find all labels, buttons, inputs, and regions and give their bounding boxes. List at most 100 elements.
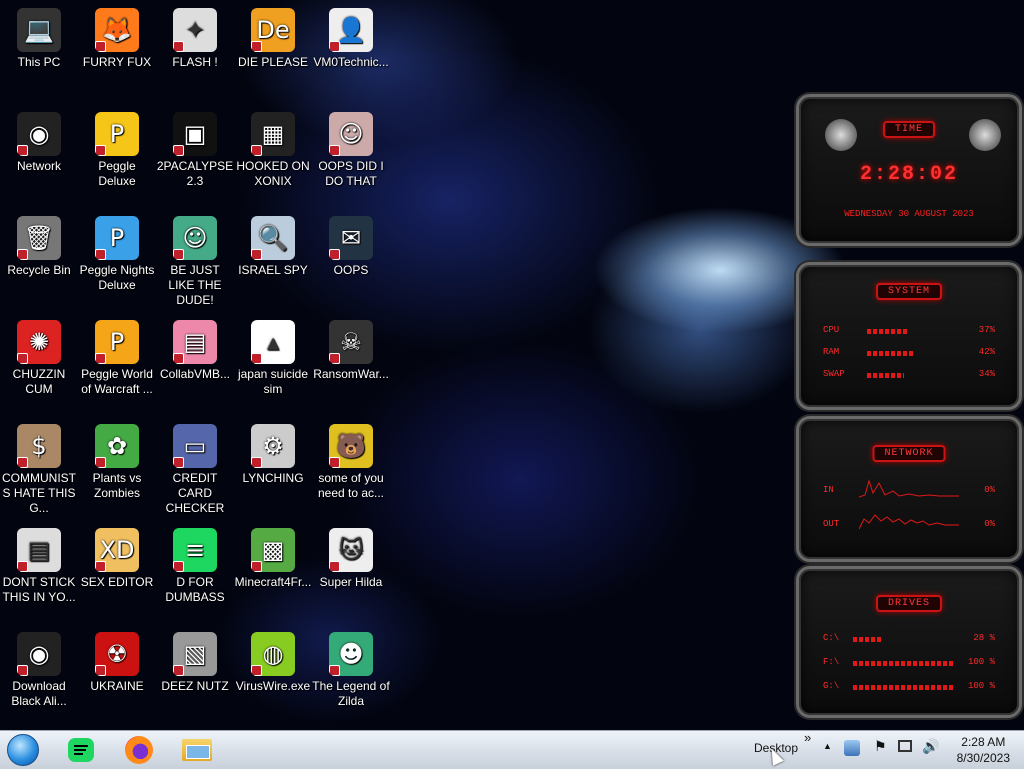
drive-row-value: 100 % (967, 657, 995, 667)
toolbar-overflow-chevron[interactable]: » (804, 730, 811, 745)
desktop-icon[interactable]: ✿ Plants vs Zombies (78, 424, 156, 501)
drives-gadget[interactable]: DRIVES C:\ 28 % F:\ 100 % G:\ 100 % (796, 566, 1022, 718)
app-icon: ☠ (329, 320, 373, 364)
drive-row-bar (853, 685, 953, 690)
volume-icon[interactable]: 🔊 (922, 739, 939, 755)
desktop-icon[interactable]: ⚙ LYNCHING (234, 424, 312, 486)
desktop-icon[interactable]: ◍ VirusWire.exe (234, 632, 312, 694)
shortcut-arrow-icon (251, 41, 262, 52)
shortcut-arrow-icon (329, 457, 340, 468)
drive-row-label: C:\ (823, 633, 840, 643)
shortcut-arrow-icon (329, 353, 340, 364)
clock-display: 2:28:02 (859, 163, 958, 186)
drive-row-bar (853, 637, 881, 642)
start-button[interactable] (6, 734, 40, 766)
network-in-value: 0% (984, 485, 995, 495)
shortcut-arrow-icon (329, 561, 340, 572)
desktop-icon[interactable]: 🐻 some of you need to ac... (312, 424, 390, 501)
desktop-icon[interactable]: ✦ FLASH ! (156, 8, 234, 70)
desktop-icon[interactable]: ☺ OOPS DID I DO THAT (312, 112, 390, 189)
network-gadget-title: NETWORK (872, 445, 946, 462)
drive-row-label: F:\ (823, 657, 840, 667)
tray-app-icon[interactable] (844, 740, 860, 756)
app-icon: ✿ (95, 424, 139, 468)
system-row-value: 42% (978, 347, 995, 357)
app-icon: ▤ (173, 320, 217, 364)
app-icon: ✦ (173, 8, 217, 52)
desktop-icon[interactable]: ☻ The Legend of Zilda (312, 632, 390, 709)
network-out-value: 0% (984, 519, 995, 529)
app-icon: 🐱 (329, 528, 373, 572)
desktop-icon[interactable]: 🐱 Super Hilda (312, 528, 390, 590)
desktop-icon[interactable]: De DIE PLEASE (234, 8, 312, 70)
network-out-label: OUT (823, 519, 840, 529)
alien-head-icon (969, 119, 1001, 151)
shortcut-arrow-icon (95, 457, 106, 468)
desktop-icon[interactable]: 👤 VM0Technic... (312, 8, 390, 70)
desktop-icon-label: DIE PLEASE (237, 55, 309, 69)
desktop-icon-label: Minecraft4Fr... (234, 575, 312, 589)
shortcut-arrow-icon (95, 561, 106, 572)
desktop-icon[interactable]: P Peggle World of Warcraft ... (78, 320, 156, 397)
show-hidden-icons-arrow[interactable]: ▲ (823, 741, 832, 751)
desktop-icon[interactable]: ▧ DEEZ NUTZ (156, 632, 234, 694)
desktop-icon-label: Peggle Deluxe (98, 159, 136, 188)
desktop-icon-label: Recycle Bin (7, 263, 71, 277)
shortcut-arrow-icon (95, 249, 106, 260)
desktop-icon[interactable]: P Peggle Nights Deluxe (78, 216, 156, 293)
system-row-label: RAM (823, 347, 840, 357)
desktop-icon-label: OOPS DID I DO THAT (318, 159, 384, 188)
app-icon: ☺ (329, 112, 373, 156)
time-gadget[interactable]: TIME 2:28:02 WEDNESDAY 30 AUGUST 2023 (796, 94, 1022, 246)
desktop-icon[interactable]: ▣ 2PACALYPSE 2.3 (156, 112, 234, 189)
desktop-icon[interactable]: ≡ D FOR DUMBASS (156, 528, 234, 605)
desktop-icon[interactable]: ◉ Network (0, 112, 78, 174)
desktop-icon[interactable]: $ COMMUNISTS HATE THIS G... (0, 424, 78, 516)
taskbar-file-explorer[interactable] (180, 734, 214, 766)
taskbar-clock[interactable]: 2:28 AM 8/30/2023 (957, 734, 1010, 766)
desktop-icon[interactable]: ✉ OOPS (312, 216, 390, 278)
desktop-icon[interactable]: P Peggle Deluxe (78, 112, 156, 189)
desktop-icon[interactable]: 🦊 FURRY FUX (78, 8, 156, 70)
desktop-icon[interactable]: ◉ Download Black Ali... (0, 632, 78, 709)
desktop-icon[interactable]: 💻 This PC (0, 8, 78, 70)
desktop-icon-label: ISRAEL SPY (238, 263, 308, 277)
desktop-icon[interactable]: ▴ japan suicide sim (234, 320, 312, 397)
network-gadget[interactable]: NETWORK IN 0% OUT 0% (796, 416, 1022, 562)
desktop-icon-label: FLASH ! (172, 55, 218, 69)
desktop-icon[interactable]: 🗑 Recycle Bin (0, 216, 78, 278)
app-icon: ▧ (173, 632, 217, 676)
shortcut-arrow-icon (173, 457, 184, 468)
desktop-icon[interactable]: ▭ CREDIT CARD CHECKER (156, 424, 234, 516)
taskbar-firefox[interactable] (122, 734, 156, 766)
app-icon: ≡ (173, 528, 217, 572)
desktop-icon[interactable]: ▤ CollabVMB... (156, 320, 234, 382)
taskbar-spotify-like-app[interactable] (64, 734, 98, 766)
system-row: CPU 37% (823, 325, 995, 339)
desktop-icon-label: This PC (17, 55, 61, 69)
desktop-icon[interactable]: ▤ DONT STICK THIS IN YO... (0, 528, 78, 605)
start-orb-icon (7, 734, 39, 766)
app-icon: 🔍 (251, 216, 295, 260)
action-center-flag-icon[interactable]: ⚑ (874, 739, 887, 755)
app-icon: ▤ (17, 528, 61, 572)
desktop-icon[interactable]: ☢ UKRAINE (78, 632, 156, 694)
system-gadget-title: SYSTEM (875, 283, 943, 300)
system-row-label: SWAP (823, 369, 845, 379)
app-icon: P (95, 320, 139, 364)
desktop-icon[interactable]: ☠ RansomWar... (312, 320, 390, 382)
taskbar: » Desktop ▲ ⚑ 🔊 2:28 AM 8/30/2023 (0, 730, 1024, 769)
shortcut-arrow-icon (251, 665, 262, 676)
desktop-icon[interactable]: ☺ BE JUST LIKE THE DUDE! (156, 216, 234, 308)
desktop-icon[interactable]: 🔍 ISRAEL SPY (234, 216, 312, 278)
desktop-icon[interactable]: ▦ HOOKED ON XONIX (234, 112, 312, 189)
network-tray-icon[interactable] (898, 740, 912, 752)
desktop-icon[interactable]: ▩ Minecraft4Fr... (234, 528, 312, 590)
desktop-icon-label: 2PACALYPSE 2.3 (156, 159, 234, 188)
desktop-icon[interactable]: XD SEX EDITOR (78, 528, 156, 590)
desktop-icon-label: Peggle Nights Deluxe (79, 263, 155, 292)
app-icon: P (95, 112, 139, 156)
desktop-icon[interactable]: ✺ CHUZZIN CUM (0, 320, 78, 397)
app-icon: $ (17, 424, 61, 468)
system-gadget[interactable]: SYSTEM CPU 37% RAM 42% SWAP 34% (796, 262, 1022, 410)
